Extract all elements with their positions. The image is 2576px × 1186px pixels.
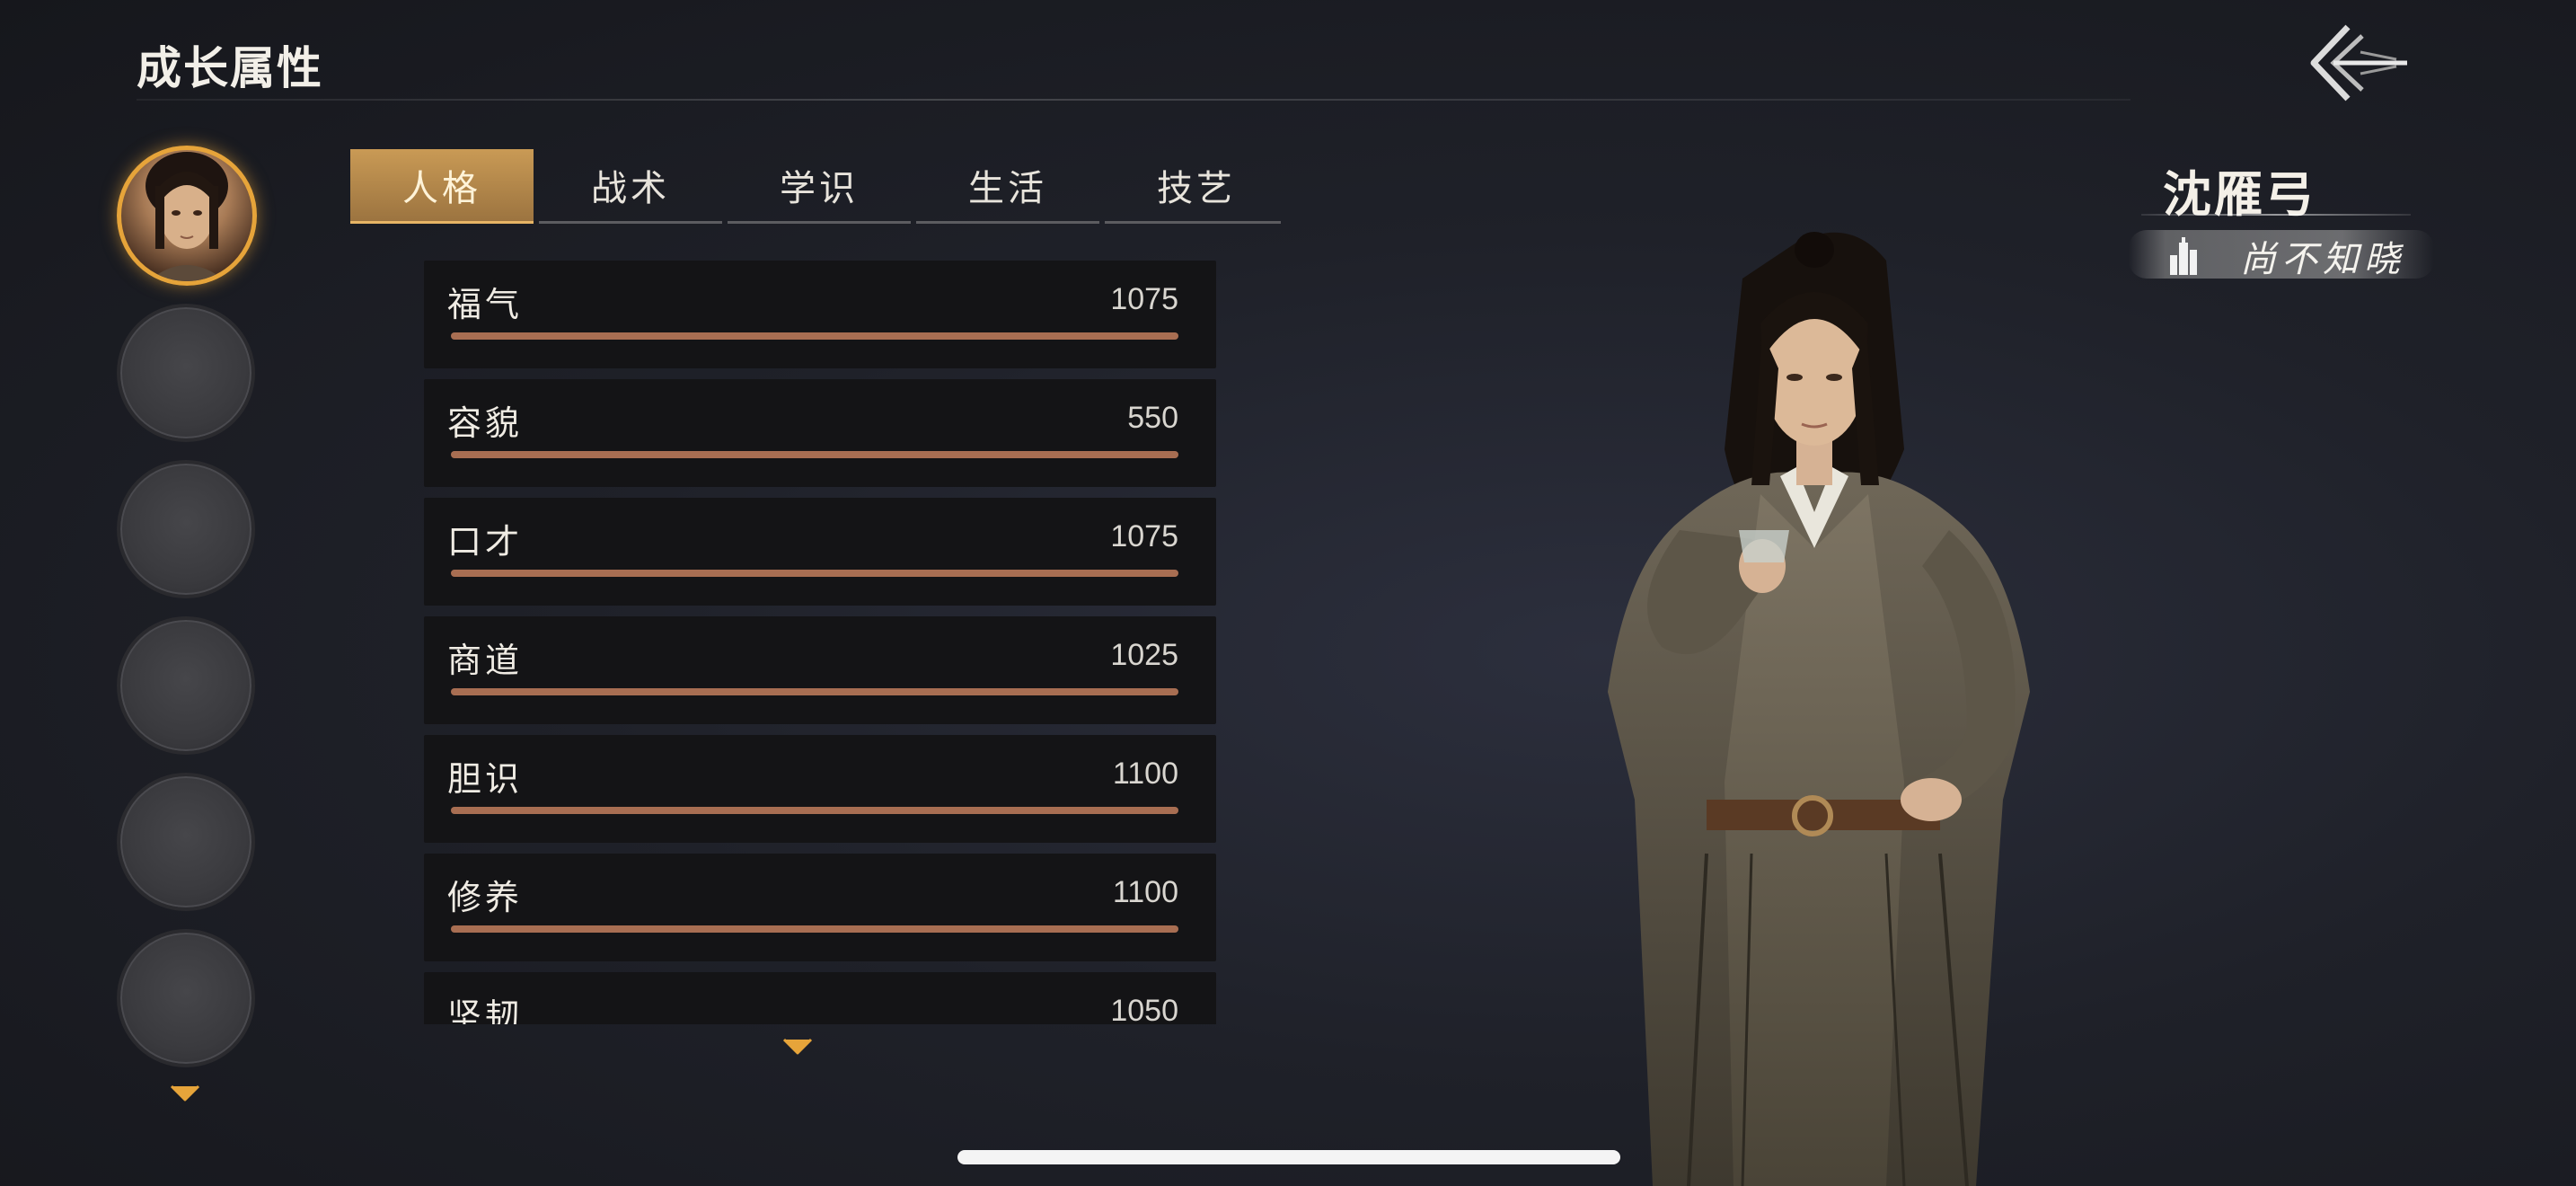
stat-bar xyxy=(451,332,1178,340)
character-status: 尚不知晓 xyxy=(2240,239,2405,280)
stat-row: 福气 1075 xyxy=(424,261,1216,368)
stat-bar xyxy=(451,807,1178,814)
stat-bar xyxy=(451,451,1178,458)
stat-value: 1100 xyxy=(1112,757,1178,791)
stat-label: 口才 xyxy=(447,522,524,562)
back-arrow-icon xyxy=(2310,24,2407,102)
category-tabs: 人格 战术 学识 生活 技艺 xyxy=(350,149,1281,225)
stat-bar-fill xyxy=(451,688,1178,695)
tab-underline xyxy=(350,221,534,224)
tab-underline xyxy=(1105,221,1281,224)
tab-underline xyxy=(539,221,722,224)
chevron-down-icon[interactable] xyxy=(781,1037,814,1057)
avatar-slot-selected[interactable] xyxy=(117,146,257,286)
stat-bar-fill xyxy=(451,807,1178,814)
stat-bar xyxy=(451,925,1178,933)
stat-value: 1075 xyxy=(1110,519,1178,553)
stat-bar-fill xyxy=(451,570,1178,577)
stat-bar-fill xyxy=(451,451,1178,458)
stat-bar-fill xyxy=(451,332,1178,340)
chevron-down-icon[interactable] xyxy=(169,1084,201,1103)
avatar-slot-empty[interactable] xyxy=(117,460,255,598)
building-icon xyxy=(2170,237,2197,275)
stat-value: 1025 xyxy=(1110,638,1178,672)
stat-value: 1050 xyxy=(1110,994,1178,1024)
tab-underline xyxy=(728,221,911,224)
stat-label: 胆识 xyxy=(447,759,524,799)
home-indicator[interactable] xyxy=(957,1150,1620,1164)
stat-bar xyxy=(451,688,1178,695)
stat-label: 修养 xyxy=(447,878,524,917)
stat-value: 1075 xyxy=(1110,282,1178,316)
stat-value: 1100 xyxy=(1112,875,1178,909)
stat-row: 商道 1025 xyxy=(424,616,1216,724)
stat-row: 修养 1100 xyxy=(424,854,1216,961)
stat-row: 胆识 1100 xyxy=(424,735,1216,843)
stat-label: 容貌 xyxy=(447,403,524,443)
stat-label: 商道 xyxy=(447,641,524,680)
avatar-slot-empty[interactable] xyxy=(117,616,255,755)
stat-label: 坚韧 xyxy=(447,996,524,1024)
name-divider xyxy=(2141,214,2411,216)
stat-row: 容貌 550 xyxy=(424,379,1216,487)
stat-row: 口才 1075 xyxy=(424,498,1216,606)
back-button[interactable] xyxy=(2307,20,2414,106)
stat-label: 福气 xyxy=(447,285,524,324)
stat-value: 550 xyxy=(1127,401,1178,435)
tab-life[interactable]: 生活 xyxy=(916,149,1099,221)
tab-tactics[interactable]: 战术 xyxy=(539,149,722,221)
tab-knowledge[interactable]: 学识 xyxy=(728,149,911,221)
avatar xyxy=(146,152,228,281)
avatar-slot-empty[interactable] xyxy=(117,773,255,911)
stat-bar xyxy=(451,570,1178,577)
page-title: 成长属性 xyxy=(137,42,323,94)
tab-craft[interactable]: 技艺 xyxy=(1105,149,1288,221)
character-portrait xyxy=(1608,232,2030,1186)
stat-bar-fill xyxy=(451,925,1178,933)
avatar-slot-empty[interactable] xyxy=(117,929,255,1067)
avatar-slot-empty[interactable] xyxy=(117,304,255,442)
stat-list[interactable]: 福气 1075 容貌 550 口才 1075 商道 1025 胆识 1100 修… xyxy=(424,261,1216,1024)
stat-row: 坚韧 1050 xyxy=(424,972,1216,1024)
tab-personality[interactable]: 人格 xyxy=(350,149,534,221)
tab-underline xyxy=(916,221,1099,224)
header-divider xyxy=(137,99,2130,101)
